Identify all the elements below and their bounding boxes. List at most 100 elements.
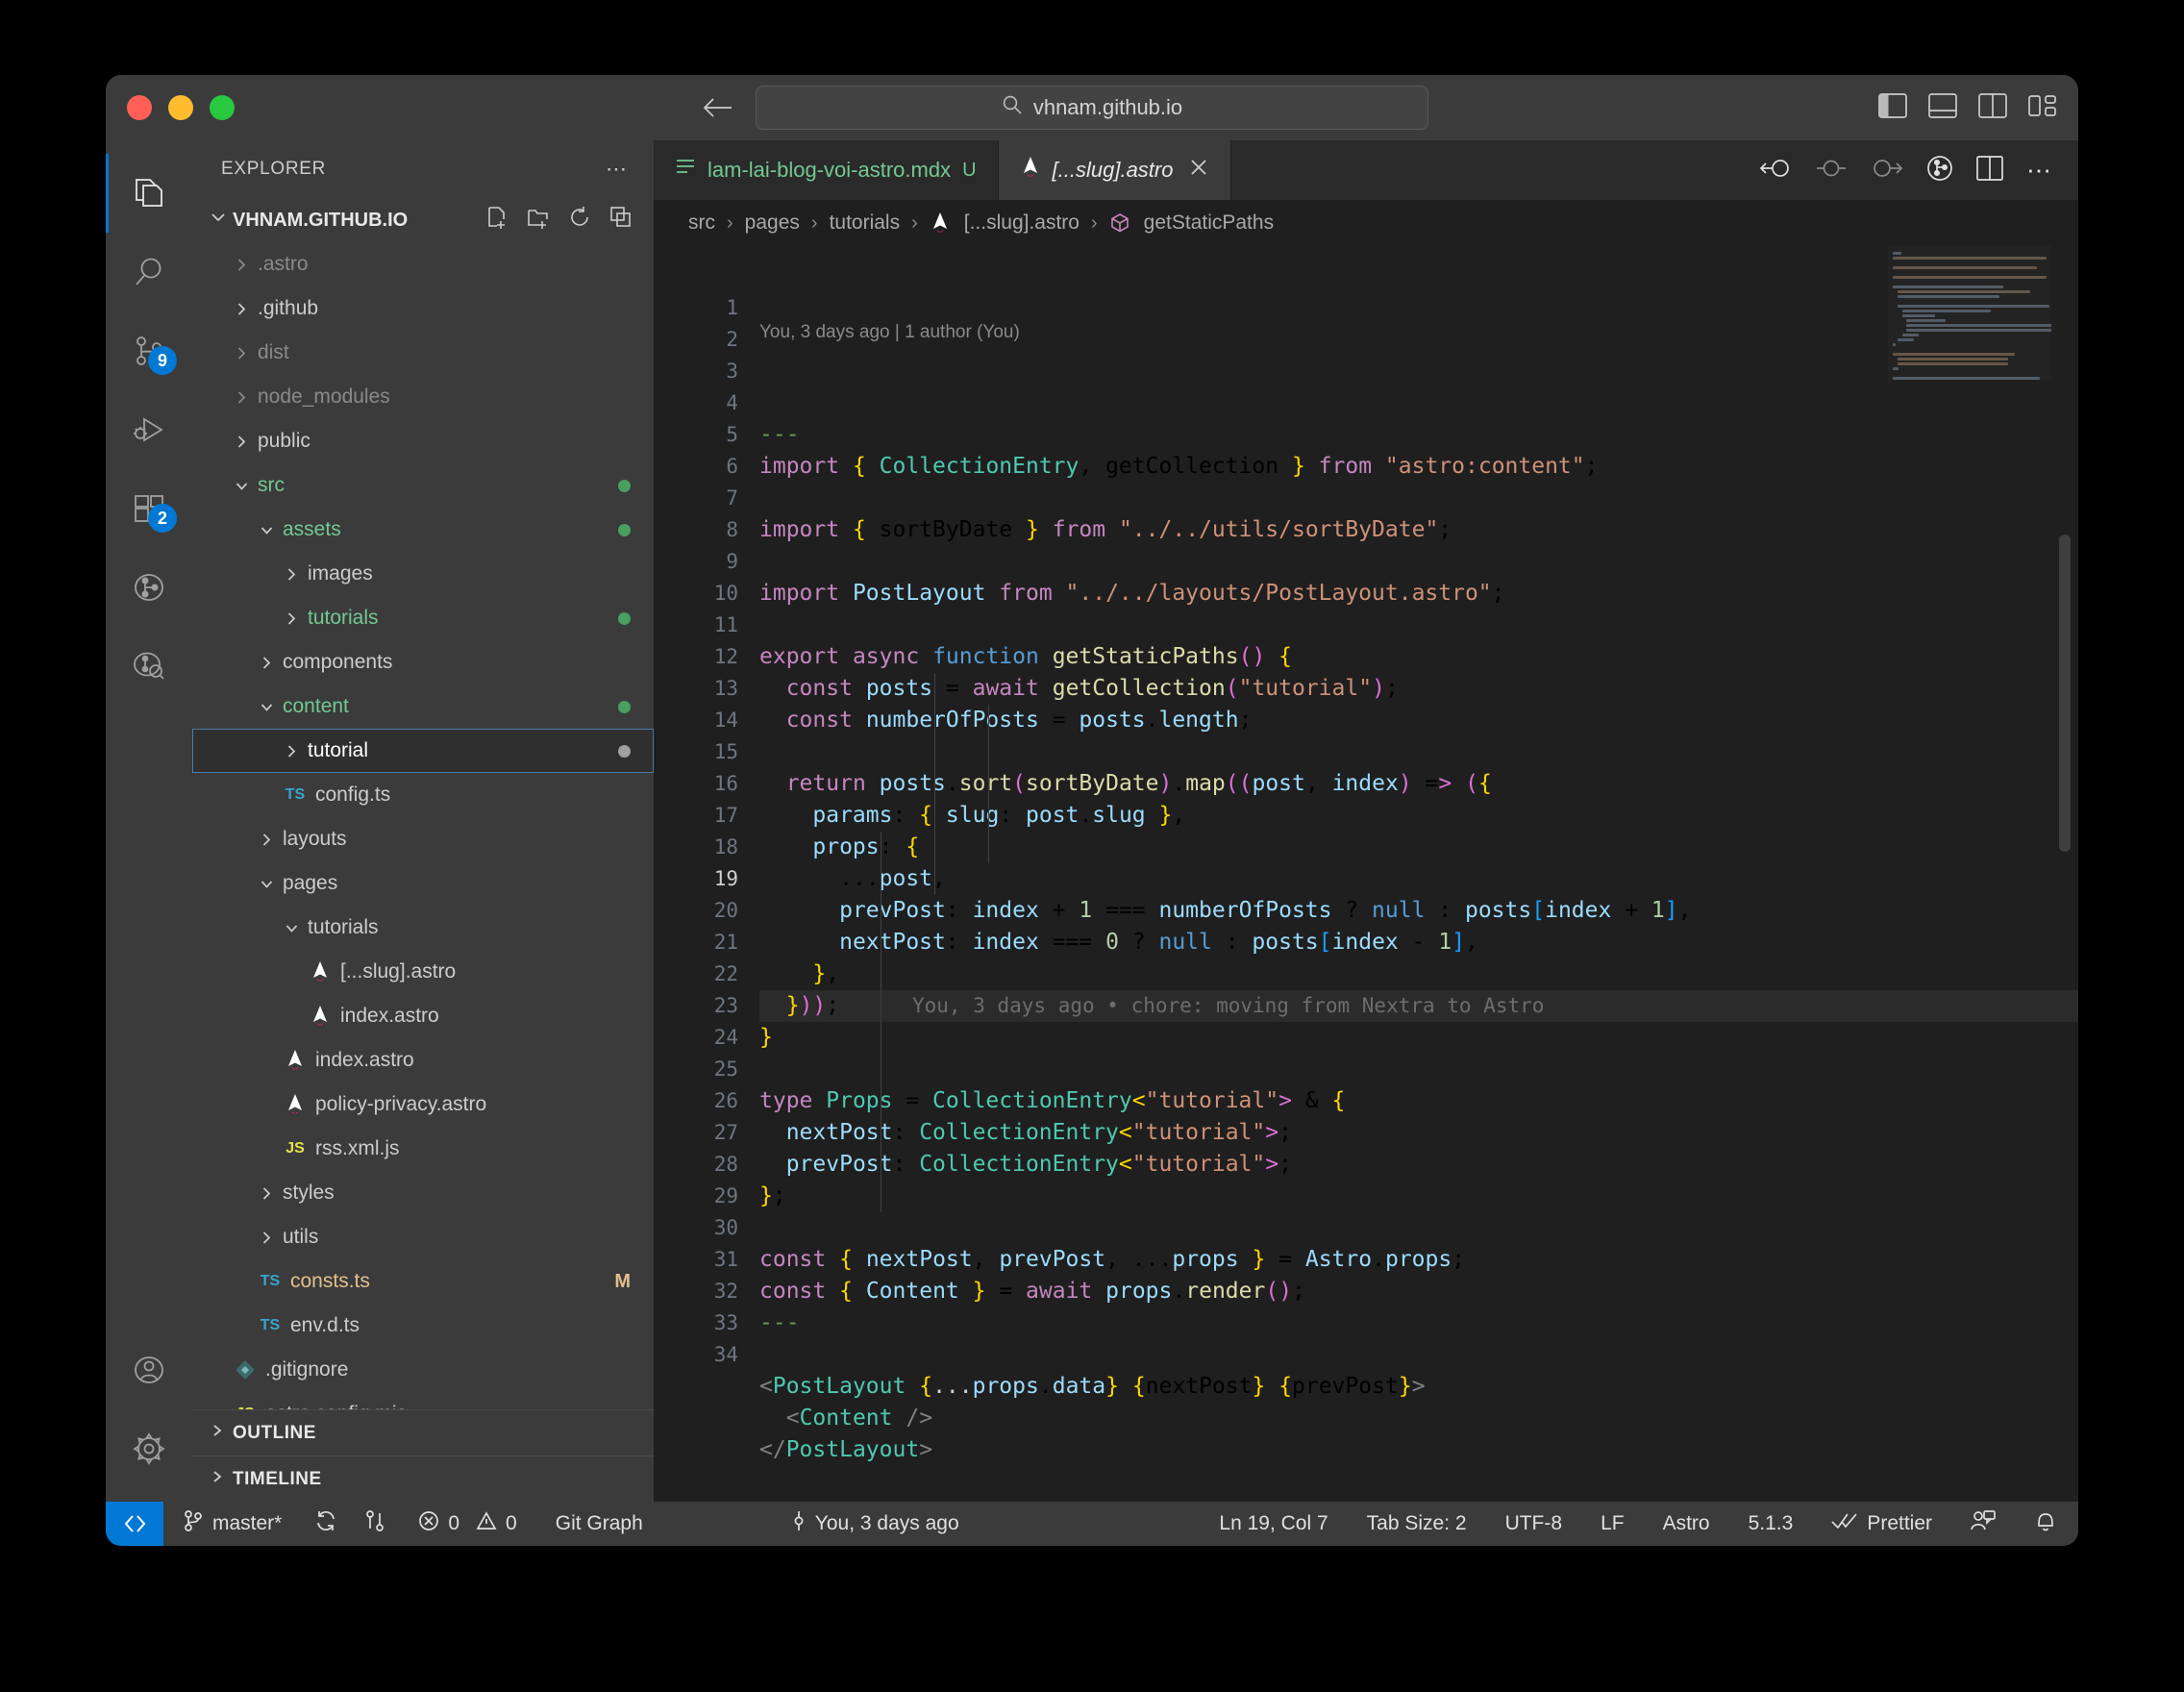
chevron-right-icon[interactable] <box>229 301 254 317</box>
tree-file-astro-config-mjs[interactable]: JSastro.config.mjs <box>192 1392 654 1409</box>
tree-folder-pages[interactable]: pages <box>192 861 654 906</box>
chevron-right-icon[interactable] <box>279 566 304 583</box>
toggle-panel-icon[interactable] <box>1928 93 1957 123</box>
status-version[interactable]: 5.1.3 <box>1729 1502 1813 1546</box>
explorer-more-actions-icon[interactable]: ⋯ <box>606 157 629 182</box>
code-line[interactable]: }; <box>759 1181 2078 1212</box>
minimap[interactable] <box>1888 246 2051 381</box>
code-line[interactable]: export async function getStaticPaths() { <box>759 641 2078 673</box>
status-language-mode[interactable]: Astro <box>1644 1502 1729 1546</box>
file-tree[interactable]: .astro.githubdistnode_modulespublicsrcas… <box>192 242 654 1409</box>
code-line[interactable]: ...post, <box>759 863 2078 895</box>
chevron-right-icon[interactable] <box>229 389 254 406</box>
activity-item-source-control[interactable]: 9 <box>106 311 192 390</box>
more-actions-icon[interactable]: ⋯ <box>2026 158 2053 183</box>
tree-file-index-astro[interactable]: index.astro <box>192 994 654 1038</box>
workspace-root-row[interactable]: VHNAM.GITHUB.IO <box>192 198 654 242</box>
chevron-down-icon[interactable] <box>279 920 304 936</box>
editor-tab-astro[interactable]: [...slug].astro <box>999 140 1232 200</box>
code-line[interactable]: const posts = await getCollection("tutor… <box>759 673 2078 705</box>
chevron-right-icon[interactable] <box>254 1185 279 1202</box>
go-back-icon[interactable] <box>702 95 732 120</box>
gitlens-next-change-icon[interactable] <box>1871 157 1903 185</box>
tree-folder-components[interactable]: components <box>192 640 654 684</box>
code-line[interactable]: --- <box>759 419 2078 451</box>
chevron-right-icon[interactable] <box>229 345 254 361</box>
code-line[interactable]: const { nextPost, prevPost, ...props } =… <box>759 1244 2078 1276</box>
new-file-icon[interactable] <box>485 206 509 235</box>
code-line[interactable]: params: { slug: post.slug }, <box>759 800 2078 832</box>
code-line[interactable]: nextPost: CollectionEntry<"tutorial">; <box>759 1117 2078 1149</box>
code-line[interactable]: import PostLayout from "../../layouts/Po… <box>759 578 2078 610</box>
tree-folder-images[interactable]: images <box>192 552 654 596</box>
tree-folder-assets[interactable]: assets <box>192 508 654 552</box>
chevron-down-icon[interactable] <box>254 522 279 538</box>
tree-folder-public[interactable]: public <box>192 419 654 463</box>
activity-item-gitlens[interactable] <box>106 627 192 706</box>
breadcrumb[interactable]: src›pages›tutorials› [...slug].astro› ge… <box>654 200 2078 246</box>
code-line[interactable]: prevPost: index + 1 === numberOfPosts ? … <box>759 895 2078 927</box>
breadcrumb-item[interactable]: src <box>688 212 715 235</box>
activity-item-git-graph[interactable] <box>106 548 192 627</box>
code-editor[interactable]: 1234567891011121314151617181920212223242… <box>654 246 2078 1502</box>
code-line[interactable]: <Content /> <box>759 1403 2078 1434</box>
code-line[interactable]: import { sortByDate } from "../../utils/… <box>759 514 2078 546</box>
chevron-right-icon[interactable] <box>254 832 279 848</box>
status-blame[interactable]: You, 3 days ago <box>778 1502 973 1546</box>
tree-folder-styles[interactable]: styles <box>192 1171 654 1215</box>
tree-folder-dist[interactable]: dist <box>192 331 654 375</box>
chevron-right-icon[interactable] <box>229 257 254 273</box>
tree-folder-github[interactable]: .github <box>192 286 654 331</box>
tree-folder-src[interactable]: src <box>192 463 654 508</box>
gitlens-commit-icon[interactable] <box>1815 157 1848 185</box>
code-line[interactable]: import { CollectionEntry, getCollection … <box>759 451 2078 483</box>
remote-window-button[interactable] <box>106 1502 163 1546</box>
code-line[interactable]: }, <box>759 958 2078 990</box>
toggle-primary-sidebar-icon[interactable] <box>1878 93 1907 123</box>
refresh-icon[interactable] <box>568 206 591 235</box>
tree-file-rss-xml-js[interactable]: JSrss.xml.js <box>192 1127 654 1171</box>
maximize-window-button[interactable] <box>210 95 235 120</box>
chevron-right-icon[interactable] <box>279 743 304 759</box>
code-line[interactable]: nextPost: index === 0 ? null : posts[ind… <box>759 927 2078 958</box>
tree-folder-tutorials[interactable]: tutorials <box>192 906 654 950</box>
close-window-button[interactable] <box>127 95 152 120</box>
status-git-graph[interactable]: Git Graph <box>536 1502 662 1546</box>
tree-file-consts-ts[interactable]: TSconsts.tsM <box>192 1259 654 1304</box>
code-content[interactable]: You, 3 days ago | 1 author (You) ---impo… <box>759 246 2078 1502</box>
tree-file-index-astro[interactable]: index.astro <box>192 1038 654 1082</box>
new-folder-icon[interactable] <box>527 206 550 235</box>
activity-item-explorer[interactable] <box>106 154 192 233</box>
activity-item-settings[interactable] <box>106 1409 192 1488</box>
code-line[interactable] <box>759 1212 2078 1244</box>
tree-file-config-ts[interactable]: TSconfig.ts <box>192 773 654 817</box>
code-line[interactable]: const numberOfPosts = posts.length; <box>759 705 2078 736</box>
breadcrumb-item[interactable]: tutorials <box>830 212 901 235</box>
chevron-down-icon[interactable] <box>254 699 279 715</box>
tree-file-env-d-ts[interactable]: TSenv.d.ts <box>192 1304 654 1348</box>
command-center-search[interactable]: vhnam.github.io <box>756 86 1428 130</box>
close-icon[interactable] <box>1188 157 1209 185</box>
tree-folder-node-modules[interactable]: node_modules <box>192 375 654 419</box>
chevron-right-icon[interactable] <box>279 610 304 627</box>
tree-folder-layouts[interactable]: layouts <box>192 817 654 861</box>
code-line[interactable]: </PostLayout> <box>759 1434 2078 1466</box>
breadcrumb-item[interactable]: getStaticPaths <box>1144 212 1274 235</box>
customize-layout-icon[interactable] <box>2028 93 2057 123</box>
tree-file-gitignore[interactable]: .gitignore <box>192 1348 654 1392</box>
status-tab-size[interactable]: Tab Size: 2 <box>1348 1502 1486 1546</box>
code-line[interactable] <box>759 736 2078 768</box>
editor-scrollbar[interactable] <box>2059 535 2071 852</box>
code-line[interactable] <box>759 1466 2078 1498</box>
code-line[interactable] <box>759 483 2078 514</box>
activity-item-search[interactable] <box>106 233 192 311</box>
status-git-compare[interactable] <box>351 1502 399 1546</box>
status-sync[interactable] <box>301 1502 351 1546</box>
breadcrumb-item[interactable]: [...slug].astro <box>964 212 1080 235</box>
activity-item-accounts[interactable] <box>106 1331 192 1409</box>
tree-folder-astro[interactable]: .astro <box>192 242 654 286</box>
code-line[interactable]: props: { <box>759 832 2078 863</box>
code-line[interactable] <box>759 1054 2078 1085</box>
code-line[interactable] <box>759 610 2078 641</box>
activity-item-extensions[interactable]: 2 <box>106 469 192 548</box>
